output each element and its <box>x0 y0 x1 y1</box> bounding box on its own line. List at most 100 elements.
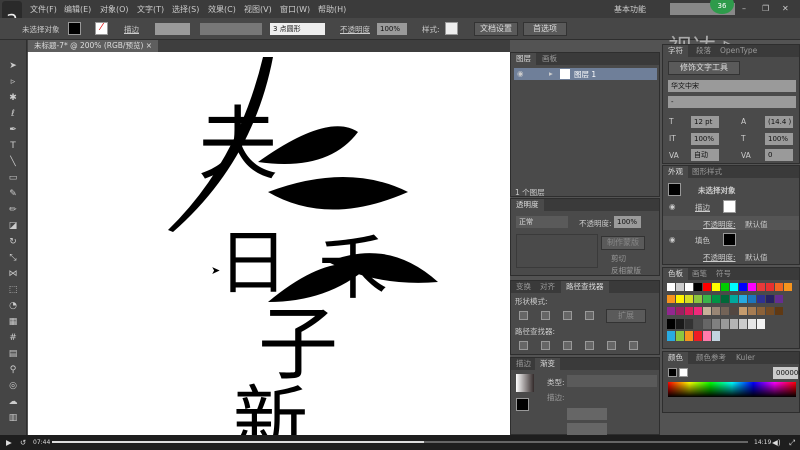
color-swatch[interactable] <box>685 331 693 341</box>
eyedropper-tool-icon[interactable]: ⚲ <box>6 364 20 376</box>
fill-swatch[interactable] <box>516 398 529 411</box>
expand-arrow-icon[interactable]: ▸ <box>549 69 553 78</box>
crop-icon[interactable] <box>585 341 594 350</box>
color-swatch[interactable] <box>712 295 720 303</box>
color-swatch[interactable] <box>748 307 756 315</box>
stroke-label[interactable]: 描边 <box>124 24 139 35</box>
color-swatch[interactable] <box>667 307 675 315</box>
color-swatch[interactable] <box>676 283 684 291</box>
free-transform-tool-icon[interactable]: ⬚ <box>6 284 20 296</box>
black-swatch[interactable] <box>668 368 677 377</box>
stroke-row-label[interactable]: 描边 <box>695 202 710 213</box>
document-tab[interactable]: 未标题-7* @ 200% (RGB/预览) × <box>28 40 159 52</box>
color-swatch[interactable] <box>685 283 693 291</box>
stroke-swatch[interactable]: ⁄ <box>95 22 108 35</box>
perspective-tool-icon[interactable]: ▦ <box>6 316 20 328</box>
opacity-link[interactable]: 不透明度: <box>703 219 736 230</box>
stroke-opacity-row[interactable]: 不透明度: 默认值 <box>663 216 799 230</box>
color-swatch[interactable] <box>721 283 729 291</box>
tab-align[interactable]: 对齐 <box>535 281 560 293</box>
color-swatch[interactable] <box>694 295 702 303</box>
opacity-field[interactable]: 100% <box>377 23 407 35</box>
touch-type-tool-button[interactable]: 修饰文字工具 <box>668 61 740 75</box>
color-swatch[interactable] <box>730 283 738 291</box>
color-swatch[interactable] <box>703 307 711 315</box>
font-style-field[interactable]: - <box>668 96 796 108</box>
white-swatch[interactable] <box>679 368 688 377</box>
rotate-tool-icon[interactable]: ↻ <box>6 236 20 248</box>
symbol-sprayer-tool-icon[interactable]: ☁ <box>6 396 20 408</box>
eraser-tool-icon[interactable]: ◪ <box>6 220 20 232</box>
scale-tool-icon[interactable]: ⤡ <box>6 252 20 264</box>
fill-row-swatch[interactable] <box>723 233 736 246</box>
color-swatch[interactable] <box>721 307 729 315</box>
color-swatch[interactable] <box>739 295 747 303</box>
gradient-preview[interactable] <box>516 374 534 392</box>
color-swatch[interactable] <box>766 307 774 315</box>
color-swatch[interactable] <box>721 295 729 303</box>
exclude-icon[interactable] <box>585 311 594 320</box>
color-swatch[interactable] <box>730 319 738 329</box>
color-swatch[interactable] <box>667 283 675 291</box>
color-swatch[interactable] <box>703 319 711 329</box>
color-swatch[interactable] <box>703 331 711 341</box>
color-swatch[interactable] <box>685 295 693 303</box>
opacity-field[interactable]: 100% <box>614 216 641 228</box>
brush-field[interactable]: 3 点圆形 <box>270 23 325 35</box>
menu-view[interactable]: 视图(V) <box>244 4 272 15</box>
tab-paragraph[interactable]: 段落 <box>691 45 716 57</box>
close-button[interactable]: ✕ <box>782 4 789 13</box>
color-swatch[interactable] <box>685 307 693 315</box>
layer-name[interactable]: 图层 1 <box>574 69 596 80</box>
workspace-switcher[interactable]: 基本功能 <box>614 4 646 15</box>
color-swatch[interactable] <box>766 295 774 303</box>
tracking-field[interactable]: 0 <box>765 149 793 161</box>
merge-icon[interactable] <box>563 341 572 350</box>
pen-tool-icon[interactable]: ✒ <box>6 124 20 136</box>
lasso-tool-icon[interactable]: ℓ <box>6 108 20 120</box>
variable-width-field[interactable] <box>200 23 262 35</box>
style-swatch[interactable] <box>445 22 458 35</box>
outline-icon[interactable] <box>607 341 616 350</box>
font-family-field[interactable]: 华文中宋 <box>668 80 796 92</box>
color-swatch[interactable] <box>703 283 711 291</box>
color-swatch[interactable] <box>676 319 684 329</box>
tab-stroke[interactable]: 描边 <box>511 358 536 370</box>
angle-field[interactable] <box>567 408 607 420</box>
color-swatch[interactable] <box>757 307 765 315</box>
direct-selection-tool-icon[interactable]: ▹ <box>6 76 20 88</box>
line-tool-icon[interactable]: ╲ <box>6 156 20 168</box>
hex-field[interactable]: 000000 <box>773 367 800 379</box>
intersect-icon[interactable] <box>563 311 572 320</box>
color-swatch[interactable] <box>730 307 738 315</box>
color-swatch[interactable] <box>775 307 783 315</box>
color-swatch[interactable] <box>703 295 711 303</box>
color-swatch[interactable] <box>694 283 702 291</box>
tab-transparency[interactable]: 透明度 <box>511 199 544 211</box>
menu-help[interactable]: 帮助(H) <box>318 4 346 15</box>
selection-tool-icon[interactable]: ➤ <box>6 60 20 72</box>
aspect-field[interactable] <box>567 423 607 435</box>
color-swatch[interactable] <box>667 295 675 303</box>
tab-gradient[interactable]: 渐变 <box>535 358 560 370</box>
color-swatch[interactable] <box>757 283 765 291</box>
make-mask-button[interactable]: 制作蒙版 <box>601 236 645 250</box>
color-swatch[interactable] <box>676 307 684 315</box>
color-swatch[interactable] <box>775 295 783 303</box>
tab-color[interactable]: 颜色 <box>663 352 688 364</box>
color-swatch[interactable] <box>667 319 675 329</box>
restore-button[interactable]: ❐ <box>762 4 769 13</box>
tab-symbols[interactable]: 符号 <box>711 268 736 280</box>
pencil-tool-icon[interactable]: ✏ <box>6 204 20 216</box>
color-swatch[interactable] <box>712 331 720 341</box>
color-swatch[interactable] <box>712 307 720 315</box>
color-swatch[interactable] <box>757 295 765 303</box>
tab-swatches[interactable]: 色板 <box>663 268 688 280</box>
menu-type[interactable]: 文字(T) <box>137 4 164 15</box>
color-swatch[interactable] <box>694 319 702 329</box>
menu-window[interactable]: 窗口(W) <box>280 4 310 15</box>
replay-icon[interactable]: ↺ <box>20 438 26 447</box>
color-swatch[interactable] <box>694 331 702 341</box>
stroke-weight-field[interactable] <box>155 23 190 35</box>
tab-layers[interactable]: 图层 <box>511 53 536 65</box>
